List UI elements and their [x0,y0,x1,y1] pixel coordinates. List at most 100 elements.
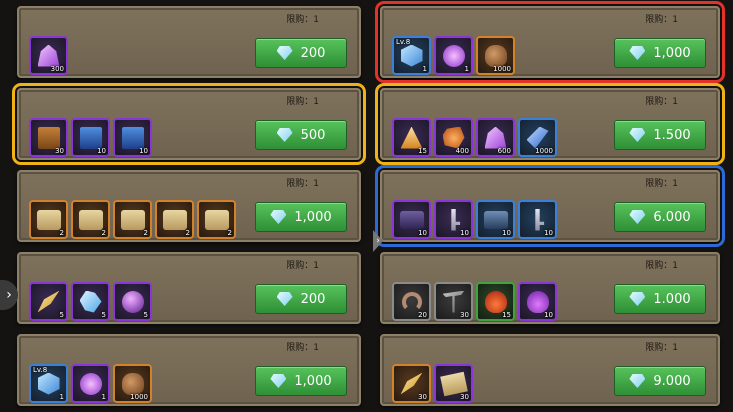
buy-button[interactable]: 200 [255,38,347,68]
item-quantity: 30 [460,311,469,319]
purchase-limit-label: 限购：1 [645,343,678,353]
pack-item[interactable]: 1000 [476,36,515,75]
pack-item[interactable]: 10 [518,200,557,239]
price-label: 1,000 [294,209,332,225]
left-pack-column: 限购：1 300 200 限购：1 30 10 10 500 限购：1 2 2 2 2 2 1,000 限购：… [12,6,366,406]
pack-item[interactable]: 1000 [113,364,152,403]
pack-item[interactable]: 10 [71,118,110,157]
shop-pack: 限购：1 30 30 9.000 [380,334,720,406]
price-label: 9.000 [653,373,691,389]
diamond-icon [629,46,646,60]
pack-item[interactable]: 10 [392,200,431,239]
orb-icon [121,290,144,313]
blue-book-icon [79,126,102,149]
pack-item[interactable]: 600 [476,118,515,157]
purchase-limit-label: 限购：1 [645,261,678,271]
pack-item[interactable]: 15 [392,118,431,157]
price-label: 200 [300,45,326,61]
pack-item[interactable]: 10 [434,200,473,239]
pack-item[interactable]: 5 [29,282,68,321]
pack-item[interactable]: 20 [392,282,431,321]
pack-item[interactable]: 30 [392,364,431,403]
buy-button[interactable]: 1,000 [614,38,706,68]
item-quantity: 2 [59,229,64,237]
shard-icon [526,126,549,149]
worm-icon [401,291,422,312]
buy-button[interactable]: 200 [255,284,347,314]
buy-button[interactable]: 1.500 [614,120,706,150]
pack-item[interactable]: 1 [71,364,110,403]
price-label: 200 [300,291,326,307]
pack-item[interactable]: 2 [71,200,110,239]
item-quantity: 1 [422,65,427,73]
pickaxe-icon [442,290,465,313]
pack-item[interactable]: 30 [29,118,68,157]
scroll-icon [36,209,61,230]
item-quantity: 30 [418,393,427,401]
price-label: 1.000 [653,291,691,307]
item-quantity: 1000 [535,147,553,155]
item-quantity: 10 [97,147,106,155]
item-quantity: 5 [101,311,106,319]
pack-item[interactable]: 30 [434,282,473,321]
purchase-limit-label: 限购：1 [286,97,319,107]
right-pack-column: 限购：1 Lv.8 1 1 1000 1,000 限购：1 15 400 600 1000 1.500… [375,1,725,406]
item-quantity: 1 [464,65,469,73]
pack-item[interactable]: 10 [518,282,557,321]
pack-item[interactable]: 2 [29,200,68,239]
shop-pack: 限购：1 Lv.8 1 1 1000 1,000 [375,1,725,83]
ore-icon [442,126,465,149]
diamond-icon [276,292,293,306]
pack-item[interactable]: Lv.8 1 [29,364,68,403]
pack-item[interactable]: 1000 [518,118,557,157]
pack-item[interactable]: 400 [434,118,473,157]
diamond-icon [276,46,293,60]
pack-item-list: Lv.8 1 1 1000 [392,36,515,75]
pack-item[interactable]: 2 [155,200,194,239]
pack-item[interactable]: 1 [434,36,473,75]
pack-item[interactable]: 30 [434,364,473,403]
diamond-icon [270,374,287,388]
pack-item[interactable]: 10 [476,200,515,239]
shop-pack: 限购：1 5 5 5 200 [17,252,361,324]
pack-item[interactable]: Lv.8 1 [392,36,431,75]
pack-item[interactable]: 300 [29,36,68,75]
item-quantity: 1000 [493,65,511,73]
pack-item-list: 30 30 [392,364,473,403]
pack-item[interactable]: 2 [113,200,152,239]
pack-item[interactable]: 5 [71,282,110,321]
item-quantity: 10 [418,229,427,237]
buy-button[interactable]: 500 [255,120,347,150]
item-quantity: 10 [544,311,553,319]
item-quantity: 2 [227,229,232,237]
pack-item[interactable]: 2 [197,200,236,239]
price-label: 500 [300,127,326,143]
item-quantity: 400 [455,147,469,155]
shop-pack: 限购：1 2 2 2 2 2 1,000 [17,170,361,242]
buy-button[interactable]: 1.000 [614,284,706,314]
pack-item[interactable]: 15 [476,282,515,321]
pack-item[interactable]: 5 [113,282,152,321]
cube-icon [400,44,423,67]
pack-item-list: 300 [29,36,68,75]
pyramid-icon [400,126,423,149]
disc-icon [442,44,465,67]
potion-icon [484,290,507,313]
feather-icon [37,290,60,313]
pack-item-list: 2 2 2 2 2 [29,200,236,239]
purchase-limit-label: 限购：1 [286,343,319,353]
pack-item[interactable]: 10 [113,118,152,157]
buy-button[interactable]: 9.000 [614,366,706,396]
item-quantity: 1000 [130,393,148,401]
scroll-icon [204,209,229,230]
buy-button[interactable]: 1,000 [255,202,347,232]
buy-button[interactable]: 1,000 [255,366,347,396]
buy-button[interactable]: 6.000 [614,202,706,232]
price-label: 1,000 [294,373,332,389]
purchase-limit-label: 限购：1 [286,15,319,25]
pack-item-list: 20 30 15 10 [392,282,557,321]
feather-icon [400,372,423,395]
item-quantity: 15 [418,147,427,155]
crystal-icon [37,44,60,67]
nav-arrow-left[interactable]: › [0,280,18,310]
